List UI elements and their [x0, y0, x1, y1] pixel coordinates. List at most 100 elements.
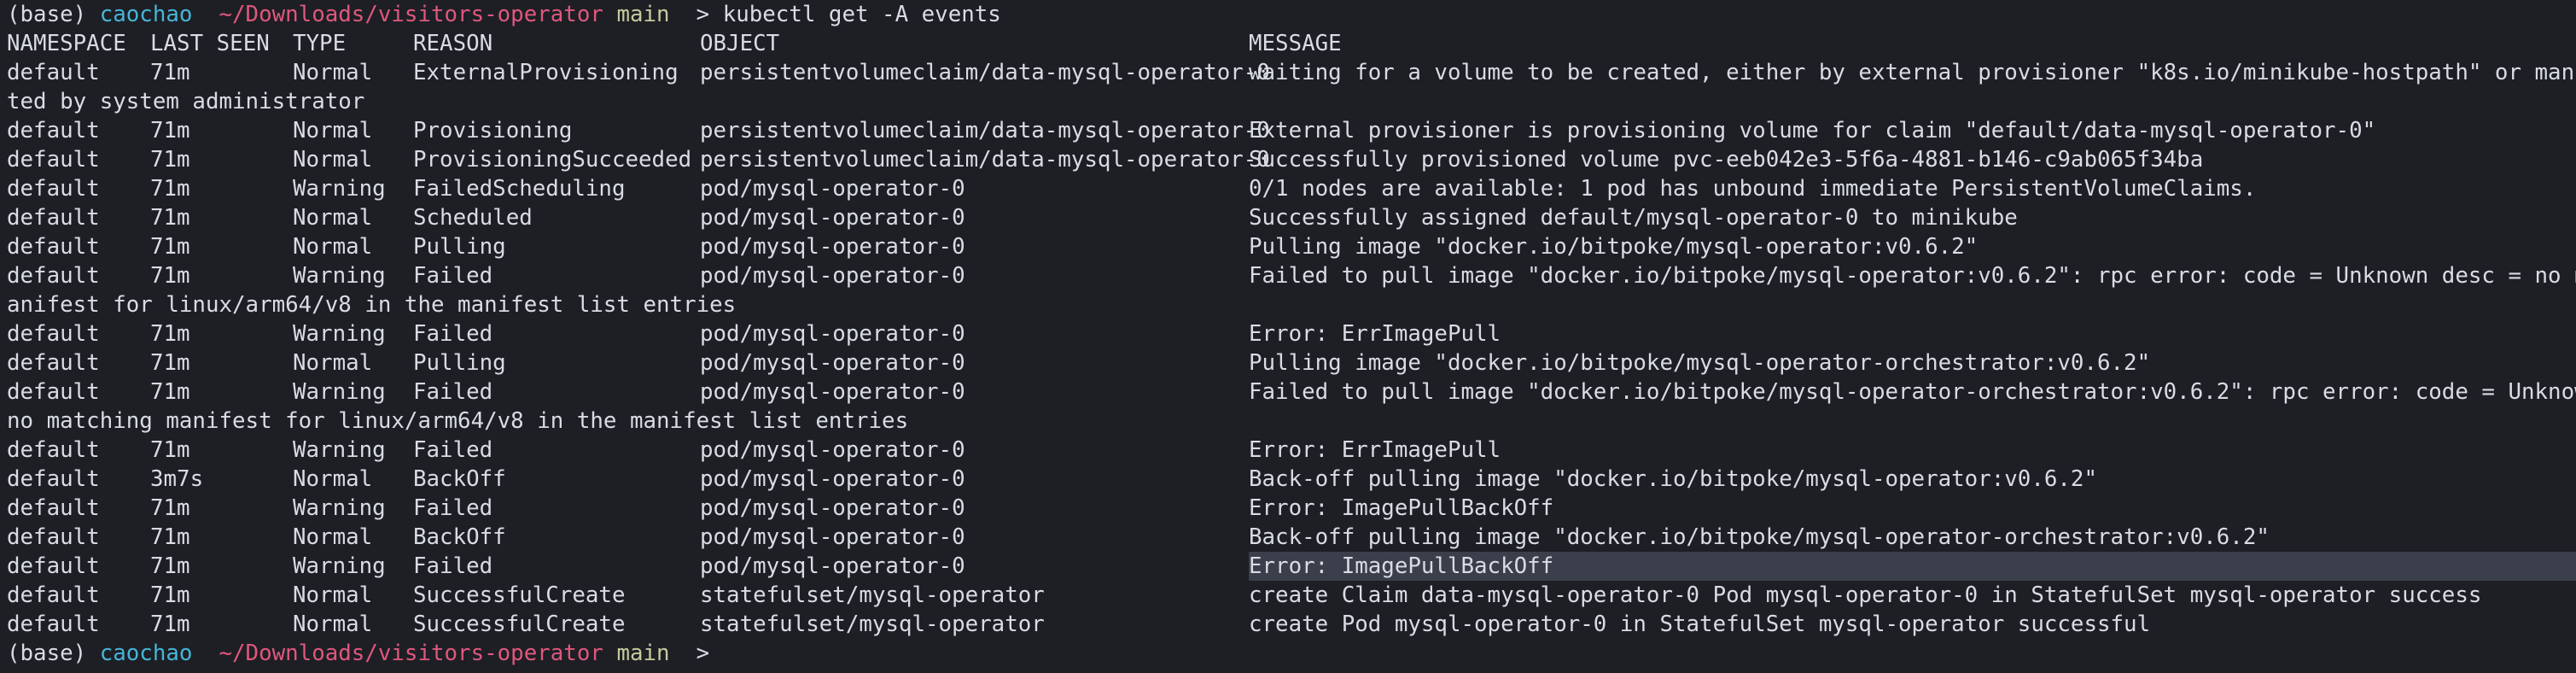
cell-object: pod/mysql-operator-0: [700, 350, 965, 376]
cell-last-seen: 71m: [150, 147, 190, 173]
cell-namespace: default: [7, 263, 100, 289]
current-prompt-line[interactable]: (base) caochao ~/Downloads/visitors-oper…: [7, 639, 2576, 668]
header-object: OBJECT: [700, 31, 780, 56]
cell-namespace: default: [7, 321, 100, 347]
prompt-symbol: >: [696, 2, 710, 27]
cell-type: Normal: [293, 524, 373, 550]
cell-last-seen: 71m: [150, 553, 190, 579]
cell-last-seen: 71m: [150, 60, 190, 85]
cell-object: pod/mysql-operator-0: [700, 263, 965, 289]
prompt-path: ~/Downloads/visitors-operator: [219, 641, 603, 666]
table-row: default 71m Warning Failed pod/mysql-operato…: [7, 552, 2576, 581]
command-text: kubectl get -A events: [722, 2, 1001, 27]
cell-namespace: default: [7, 379, 100, 405]
command-prompt-line: (base) caochao ~/Downloads/visitors-oper…: [7, 0, 2576, 29]
cell-last-seen: 71m: [150, 495, 190, 521]
cell-namespace: default: [7, 176, 100, 202]
cell-reason: Failed: [413, 553, 493, 579]
cell-message: Successfully provisioned volume pvc-eeb0…: [1249, 147, 2204, 173]
cell-object: statefulset/mysql-operator: [700, 582, 1045, 608]
cell-object: pod/mysql-operator-0: [700, 321, 965, 347]
cell-last-seen: 71m: [150, 176, 190, 202]
cell-namespace: default: [7, 118, 100, 143]
cell-object: pod/mysql-operator-0: [700, 234, 965, 260]
cell-object: pod/mysql-operator-0: [700, 205, 965, 231]
header-type: TYPE: [293, 31, 347, 56]
cell-type: Normal: [293, 612, 373, 637]
cell-object: persistentvolumeclaim/data-mysql-operato…: [700, 147, 1270, 173]
cell-reason: BackOff: [413, 466, 506, 492]
cell-message: External provisioner is provisioning vol…: [1249, 118, 2376, 143]
cell-reason: Pulling: [413, 350, 506, 376]
cell-namespace: default: [7, 60, 100, 85]
table-row: default 71m Warning Failed pod/mysql-operato…: [7, 319, 2576, 348]
cell-type: Normal: [293, 60, 373, 85]
cell-type: Normal: [293, 350, 373, 376]
table-row: default 71m Warning Failed pod/mysql-operato…: [7, 494, 2576, 523]
table-header: NAMESPACE LAST SEEN TYPE REASON OBJECT M…: [7, 29, 2576, 58]
git-branch: main: [616, 641, 670, 666]
cell-message: Failed to pull image "docker.io/bitpoke/…: [1249, 379, 2576, 405]
cell-object: pod/mysql-operator-0: [700, 466, 965, 492]
cell-type: Warning: [293, 437, 386, 463]
cell-reason: ProvisioningSucceeded: [413, 147, 692, 173]
cell-message: Error: ErrImagePull: [1249, 437, 1501, 463]
cell-reason: Pulling: [413, 234, 506, 260]
cell-object: pod/mysql-operator-0: [700, 379, 965, 405]
cell-last-seen: 71m: [150, 321, 190, 347]
cell-namespace: default: [7, 350, 100, 376]
cell-object: statefulset/mysql-operator: [700, 612, 1045, 637]
table-row: default 71m Normal SuccessfulCreate stateful…: [7, 610, 2576, 639]
cell-message: Error: ImagePullBackOff: [1249, 553, 1554, 579]
cell-type: Normal: [293, 205, 373, 231]
conda-env: (base): [7, 641, 87, 666]
cell-reason: Failed: [413, 379, 493, 405]
terminal-window[interactable]: (base) caochao ~/Downloads/visitors-oper…: [7, 0, 2576, 673]
cell-namespace: default: [7, 437, 100, 463]
cell-message: 0/1 nodes are available: 1 pod has unbou…: [1249, 176, 2257, 202]
cell-reason: Failed: [413, 321, 493, 347]
cell-last-seen: 71m: [150, 524, 190, 550]
cell-last-seen: 71m: [150, 263, 190, 289]
prompt-user: caochao: [99, 641, 193, 666]
cell-reason: SuccessfulCreate: [413, 612, 626, 637]
header-last-seen: LAST SEEN: [150, 31, 270, 56]
cell-namespace: default: [7, 582, 100, 608]
cell-type: Warning: [293, 321, 386, 347]
table-row: default 3m7s Normal BackOff pod/mysql-operat…: [7, 465, 2576, 494]
table-row: default 71m Normal ExternalProvisioning pers…: [7, 58, 2576, 87]
cell-type: Normal: [293, 118, 373, 143]
cell-reason: Provisioning: [413, 118, 573, 143]
cell-type: Warning: [293, 495, 386, 521]
cell-object: pod/mysql-operator-0: [700, 553, 965, 579]
cell-type: Warning: [293, 263, 386, 289]
cell-reason: SuccessfulCreate: [413, 582, 626, 608]
git-branch: main: [616, 2, 670, 27]
prompt-symbol: >: [696, 641, 710, 666]
cell-reason: Failed: [413, 263, 493, 289]
cell-namespace: default: [7, 553, 100, 579]
cell-namespace: default: [7, 612, 100, 637]
cell-reason: ExternalProvisioning: [413, 60, 679, 85]
cell-namespace: default: [7, 524, 100, 550]
cell-object: pod/mysql-operator-0: [700, 495, 965, 521]
cell-object: persistentvolumeclaim/data-mysql-operato…: [700, 60, 1270, 85]
cell-reason: FailedScheduling: [413, 176, 626, 202]
table-row: default 71m Warning Failed pod/mysql-operato…: [7, 377, 2576, 407]
cell-last-seen: 3m7s: [150, 466, 204, 492]
cell-namespace: default: [7, 234, 100, 260]
prompt-user: caochao: [99, 2, 193, 27]
cell-last-seen: 71m: [150, 205, 190, 231]
table-row: default 71m Warning FailedScheduling pod/mys…: [7, 174, 2576, 203]
cell-last-seen: 71m: [150, 612, 190, 637]
cell-type: Normal: [293, 147, 373, 173]
cell-object: persistentvolumeclaim/data-mysql-operato…: [700, 118, 1270, 143]
cell-message: Failed to pull image "docker.io/bitpoke/…: [1249, 263, 2576, 289]
cell-reason: Failed: [413, 495, 493, 521]
header-message: MESSAGE: [1249, 31, 1342, 56]
cell-last-seen: 71m: [150, 350, 190, 376]
cell-last-seen: 71m: [150, 437, 190, 463]
cell-type: Normal: [293, 582, 373, 608]
cell-type: Warning: [293, 553, 386, 579]
cell-object: pod/mysql-operator-0: [700, 524, 965, 550]
